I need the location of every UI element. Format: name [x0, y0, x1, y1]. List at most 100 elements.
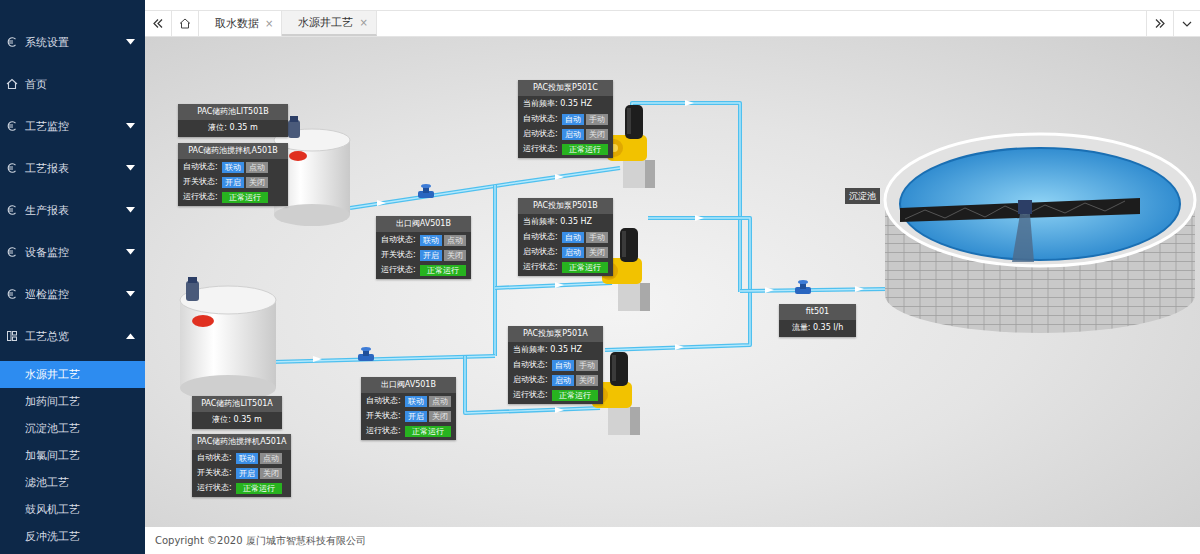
submenu-item[interactable]: 反冲洗工艺	[0, 523, 145, 550]
valve[interactable]	[795, 280, 811, 294]
tab-bar: 取水数据 ×水源井工艺 ×	[145, 10, 1200, 37]
main: 取水数据 ×水源井工艺 × PAC储药池LIT501B 液位: 0.35 m PA…	[145, 0, 1200, 554]
state-button[interactable]: 开启	[420, 250, 442, 261]
sidebar: 系统设置 首页 工艺监控 工艺报表 生产报表 设备监控 巡检监控 工艺总览 水源…	[0, 0, 145, 554]
sidebar-item[interactable]: 工艺监控	[0, 105, 145, 147]
sedimentation-basin[interactable]	[885, 134, 1195, 333]
home-icon	[6, 78, 18, 90]
chevron-icon	[126, 333, 135, 339]
toggle-row: 自动状态: 自动手动	[518, 111, 613, 126]
status-badge: 正常运行	[405, 426, 451, 437]
close-button[interactable]: ×	[265, 18, 273, 29]
state-button[interactable]: 关闭	[444, 250, 466, 261]
state-button[interactable]: 手动	[586, 232, 608, 243]
state-button[interactable]: 开启	[222, 177, 244, 188]
state-button[interactable]: 联动	[420, 235, 442, 246]
sidebar-item[interactable]: 巡检监控	[0, 273, 145, 315]
state-button[interactable]: 手动	[576, 360, 598, 371]
process-diagram	[145, 37, 1200, 527]
status-row: 运行状态: 正常运行	[508, 387, 603, 402]
value-row: 当前频率: 0.35 HZ	[518, 96, 613, 111]
chevron-icon	[126, 207, 135, 213]
toggle-row: 启动状态: 启动关闭	[508, 372, 603, 387]
state-button[interactable]: 手动	[586, 114, 608, 125]
sidebar-item[interactable]: 设备监控	[0, 231, 145, 273]
status-panel: PAC储药池LIT501B 液位: 0.35 m	[178, 104, 288, 137]
panel-title: PAC投加泵P501B	[518, 198, 613, 214]
submenu: 水源井工艺加药间工艺沉淀池工艺加氯间工艺滤池工艺鼓风机工艺反冲洗工艺	[0, 361, 145, 550]
value-row: 液位: 0.35 m	[192, 412, 282, 427]
status-row: 运行状态: 正常运行	[518, 141, 613, 156]
state-button[interactable]: 关闭	[576, 375, 598, 386]
value-row: 当前频率: 0.35 HZ	[508, 342, 603, 357]
panel-title: PAC投加泵P501A	[508, 326, 603, 342]
state-button[interactable]: 启动	[552, 375, 574, 386]
submenu-item[interactable]: 加氯间工艺	[0, 442, 145, 469]
status-panel: PAC投加泵P501B 当前频率: 0.35 HZ自动状态: 自动手动启动状态:…	[518, 198, 613, 276]
chevron-icon	[126, 291, 135, 297]
sidebar-item[interactable]: 生产报表	[0, 189, 145, 231]
status-badge: 正常运行	[222, 192, 268, 203]
state-button[interactable]: 自动	[562, 232, 584, 243]
submenu-item[interactable]: 鼓风机工艺	[0, 496, 145, 523]
state-button[interactable]: 联动	[222, 162, 244, 173]
submenu-item[interactable]: 沉淀池工艺	[0, 415, 145, 442]
state-button[interactable]: 关闭	[246, 177, 268, 188]
status-row: 运行状态: 正常运行	[361, 423, 456, 438]
submenu-item[interactable]: 水源井工艺	[0, 361, 145, 388]
scroll-right-button[interactable]	[1146, 11, 1173, 36]
state-button[interactable]: 启动	[562, 247, 584, 258]
state-button[interactable]: 点动	[260, 453, 282, 464]
chevron-icon	[126, 165, 135, 171]
state-button[interactable]: 关闭	[429, 411, 451, 422]
footer: Copyright ©2020 厦门城市智慧科技有限公司	[145, 527, 1200, 554]
tab[interactable]: 水源井工艺 ×	[282, 11, 376, 36]
menu-icon	[6, 204, 18, 216]
menu-icon	[6, 162, 18, 174]
sidebar-item[interactable]: 工艺报表	[0, 147, 145, 189]
state-button[interactable]: 开启	[236, 468, 258, 479]
toggle-row: 启动状态: 启动关闭	[518, 126, 613, 141]
status-row: 运行状态: 正常运行	[376, 262, 471, 277]
menu-icon	[6, 246, 18, 258]
submenu-item[interactable]: 滤池工艺	[0, 469, 145, 496]
valve[interactable]	[358, 347, 374, 361]
scroll-left-button[interactable]	[145, 11, 172, 36]
state-button[interactable]: 联动	[405, 396, 427, 407]
panel-title: fit501	[779, 304, 856, 320]
panel-title: PAC投加泵P501C	[518, 80, 613, 96]
state-button[interactable]: 关闭	[260, 468, 282, 479]
state-button[interactable]: 关闭	[586, 129, 608, 140]
toggle-row: 自动状态: 联动点动	[192, 450, 291, 465]
sidebar-item[interactable]: 系统设置	[0, 21, 145, 63]
state-button[interactable]: 自动	[562, 114, 584, 125]
tank[interactable]	[180, 277, 276, 401]
status-badge: 正常运行	[562, 144, 608, 155]
state-button[interactable]: 开启	[405, 411, 427, 422]
state-button[interactable]: 关闭	[586, 247, 608, 258]
chevron-icon	[126, 123, 135, 129]
toggle-row: 自动状态: 联动点动	[361, 393, 456, 408]
state-button[interactable]: 点动	[246, 162, 268, 173]
tab[interactable]: 取水数据 ×	[199, 11, 282, 36]
sidebar-item[interactable]: 工艺总览	[0, 315, 145, 357]
status-row: 运行状态: 正常运行	[518, 259, 613, 274]
sidebar-item[interactable]: 首页	[0, 63, 145, 105]
state-button[interactable]: 点动	[444, 235, 466, 246]
state-button[interactable]: 点动	[429, 396, 451, 407]
toggle-row: 自动状态: 联动点动	[376, 232, 471, 247]
submenu-item[interactable]: 加药间工艺	[0, 388, 145, 415]
status-panel: PAC储药池搅拌机A501B 自动状态: 联动点动开关状态: 开启关闭运行状态:…	[178, 143, 288, 206]
status-row: 运行状态: 正常运行	[192, 480, 291, 495]
status-panel: PAC投加泵P501A 当前频率: 0.35 HZ自动状态: 自动手动启动状态:…	[508, 326, 603, 404]
close-button[interactable]: ×	[359, 17, 367, 28]
valve[interactable]	[418, 184, 434, 198]
state-button[interactable]: 联动	[236, 453, 258, 464]
tab-menu-button[interactable]	[1173, 11, 1200, 36]
status-panel: PAC储药池LIT501A 液位: 0.35 m	[192, 396, 282, 429]
state-button[interactable]: 启动	[562, 129, 584, 140]
state-button[interactable]: 自动	[552, 360, 574, 371]
home-tab[interactable]	[172, 11, 199, 36]
chevron-icon	[126, 249, 135, 255]
value-row: 流量: 0.35 l/h	[779, 320, 856, 335]
